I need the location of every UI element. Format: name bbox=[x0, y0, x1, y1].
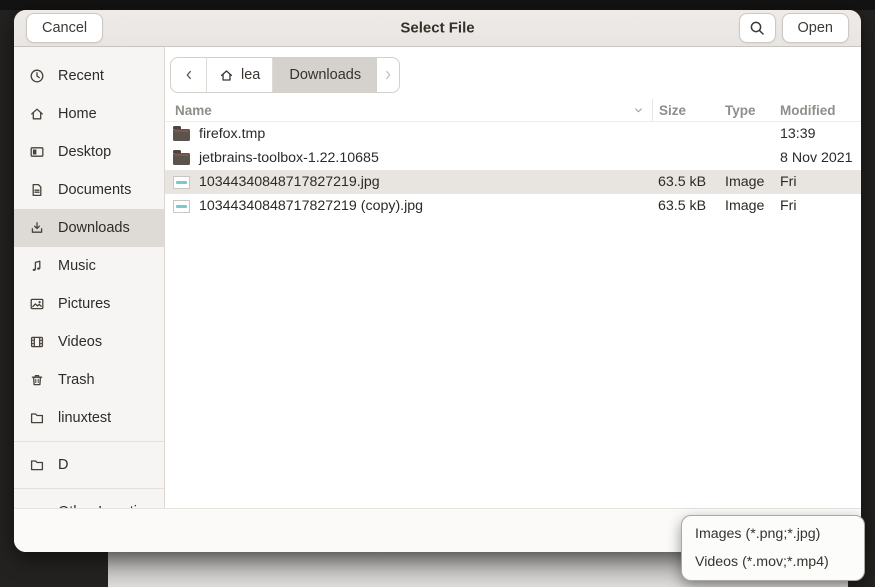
file-browser: lea Downloads bbox=[165, 47, 861, 508]
path-segment-downloads[interactable]: Downloads bbox=[273, 58, 377, 92]
places-sidebar: Recent Home Desktop bbox=[14, 47, 165, 508]
cancel-button[interactable]: Cancel bbox=[26, 13, 103, 43]
search-button[interactable] bbox=[739, 13, 776, 43]
sidebar-item-trash[interactable]: Trash bbox=[14, 361, 164, 399]
main-area: Recent Home Desktop bbox=[14, 47, 861, 508]
file-name-cell: firefox.tmp bbox=[165, 126, 652, 142]
chevron-down-icon bbox=[632, 104, 645, 117]
path-segment-label: lea bbox=[241, 67, 260, 83]
sidebar-item-home[interactable]: Home bbox=[14, 95, 164, 133]
sidebar-item-music[interactable]: Music bbox=[14, 247, 164, 285]
music-note-icon bbox=[29, 258, 45, 274]
sidebar-item-label: Recent bbox=[58, 68, 104, 84]
file-name: 10344340848717827219 (copy).jpg bbox=[199, 198, 423, 214]
sidebar-separator bbox=[14, 441, 164, 442]
chevron-left-icon bbox=[182, 68, 196, 82]
header-actions: Open bbox=[739, 13, 849, 43]
file-name: 10344340848717827219.jpg bbox=[199, 174, 380, 190]
open-button[interactable]: Open bbox=[782, 13, 849, 43]
path-forward-button[interactable] bbox=[377, 58, 399, 92]
sidebar-item-videos[interactable]: Videos bbox=[14, 323, 164, 361]
document-icon bbox=[29, 182, 45, 198]
file-name-cell: 10344340848717827219 (copy).jpg bbox=[165, 198, 652, 214]
list-header: Name Size Type Modified bbox=[165, 99, 861, 122]
sidebar-item-pictures[interactable]: Pictures bbox=[14, 285, 164, 323]
sidebar-item-other-locations[interactable]: Other Locations bbox=[14, 493, 164, 508]
file-name-cell: 10344340848717827219.jpg bbox=[165, 174, 652, 190]
file-type: Image bbox=[720, 174, 775, 190]
column-header-label: Name bbox=[175, 103, 212, 118]
header-bar: Cancel Select File Open bbox=[14, 10, 861, 47]
file-filter-popup: Images (*.png;*.jpg) Videos (*.mov;*.mp4… bbox=[681, 515, 865, 581]
desktop-background-top bbox=[0, 0, 875, 10]
file-name: jetbrains-toolbox-1.22.10685 bbox=[199, 150, 379, 166]
sidebar-item-label: Music bbox=[58, 258, 96, 274]
sidebar-item-recent[interactable]: Recent bbox=[14, 57, 164, 95]
pathbar-row: lea Downloads bbox=[165, 47, 861, 99]
sidebar-item-label: D bbox=[58, 457, 68, 473]
filter-option-images[interactable]: Images (*.png;*.jpg) bbox=[682, 520, 864, 548]
home-icon bbox=[219, 68, 235, 83]
table-row[interactable]: 10344340848717827219 (copy).jpg 63.5 kB … bbox=[165, 194, 861, 218]
column-header-name[interactable]: Name bbox=[165, 99, 652, 121]
clock-icon bbox=[29, 68, 45, 84]
file-modified: 8 Nov 2021 bbox=[775, 150, 861, 166]
download-icon bbox=[29, 220, 45, 236]
folder-icon bbox=[173, 129, 190, 141]
table-row[interactable]: firefox.tmp 13:39 bbox=[165, 122, 861, 146]
trash-icon bbox=[29, 372, 45, 388]
sidebar-item-label: Trash bbox=[58, 372, 95, 388]
column-header-type[interactable]: Type bbox=[720, 103, 775, 118]
sidebar-item-label: Videos bbox=[58, 334, 102, 350]
folder-icon bbox=[29, 410, 45, 426]
table-row[interactable]: jetbrains-toolbox-1.22.10685 8 Nov 2021 bbox=[165, 146, 861, 170]
file-name-cell: jetbrains-toolbox-1.22.10685 bbox=[165, 150, 652, 166]
sidebar-item-label: Home bbox=[58, 106, 97, 122]
home-icon bbox=[29, 106, 45, 122]
desktop-icon bbox=[29, 144, 45, 160]
sidebar-separator bbox=[14, 488, 164, 489]
sidebar-item-label: Desktop bbox=[58, 144, 111, 160]
dialog-title: Select File bbox=[400, 20, 474, 37]
picture-icon bbox=[29, 296, 45, 312]
file-modified: Fri bbox=[775, 174, 861, 190]
path-segment-home[interactable]: lea bbox=[207, 58, 273, 92]
path-bar: lea Downloads bbox=[170, 57, 400, 93]
table-row-selected[interactable]: 10344340848717827219.jpg 63.5 kB Image F… bbox=[165, 170, 861, 194]
folder-icon bbox=[173, 153, 190, 165]
sidebar-item-label: Downloads bbox=[58, 220, 130, 236]
column-header-label: Type bbox=[725, 103, 756, 118]
file-chooser-dialog: Cancel Select File Open bbox=[14, 10, 861, 552]
file-type: Image bbox=[720, 198, 775, 214]
image-thumbnail-icon bbox=[173, 176, 190, 189]
chevron-right-icon bbox=[381, 68, 395, 82]
sidebar-item-documents[interactable]: Documents bbox=[14, 171, 164, 209]
sidebar-item-label: linuxtest bbox=[58, 410, 111, 426]
image-thumbnail-icon bbox=[173, 200, 190, 213]
search-icon bbox=[749, 20, 766, 37]
column-header-label: Modified bbox=[780, 103, 836, 118]
filter-option-videos[interactable]: Videos (*.mov;*.mp4) bbox=[682, 548, 864, 576]
sidebar-item-downloads[interactable]: Downloads bbox=[14, 209, 164, 247]
path-segment-label: Downloads bbox=[289, 67, 361, 83]
sidebar-item-label: Documents bbox=[58, 182, 131, 198]
sidebar-item-d[interactable]: D bbox=[14, 446, 164, 484]
filmstrip-icon bbox=[29, 334, 45, 350]
column-header-modified[interactable]: Modified bbox=[775, 103, 861, 118]
file-size: 63.5 kB bbox=[652, 174, 720, 190]
sidebar-item-linuxtest[interactable]: linuxtest bbox=[14, 399, 164, 437]
file-name: firefox.tmp bbox=[199, 126, 265, 142]
folder-icon bbox=[29, 457, 45, 473]
file-size: 63.5 kB bbox=[652, 198, 720, 214]
sidebar-item-desktop[interactable]: Desktop bbox=[14, 133, 164, 171]
column-header-size[interactable]: Size bbox=[652, 99, 720, 121]
file-modified: 13:39 bbox=[775, 126, 861, 142]
path-back-button[interactable] bbox=[171, 58, 207, 92]
sidebar-item-label: Pictures bbox=[58, 296, 110, 312]
file-modified: Fri bbox=[775, 198, 861, 214]
column-header-label: Size bbox=[659, 103, 686, 118]
file-list: firefox.tmp 13:39 jetbrains-toolbox-1.22… bbox=[165, 122, 861, 218]
